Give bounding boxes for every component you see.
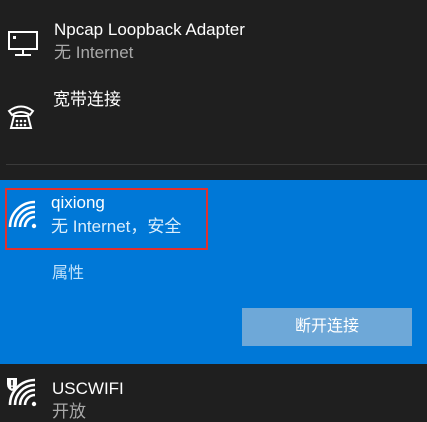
network-item-broadband[interactable]: 宽带连接	[0, 78, 427, 164]
network-name: 宽带连接	[53, 90, 121, 109]
ethernet-monitor-icon	[8, 31, 38, 56]
network-status: 无 Internet	[54, 43, 134, 62]
network-name: qixiong	[51, 193, 105, 212]
network-status: 无 Internet，安全	[51, 217, 182, 236]
network-item-uscwifi[interactable]: USCWIFI 开放	[0, 364, 427, 422]
properties-link[interactable]: 属性	[52, 264, 84, 284]
network-name: Npcap Loopback Adapter	[54, 20, 245, 39]
network-flyout: Npcap Loopback Adapter 无 Internet 宽带连接 q…	[0, 0, 427, 422]
network-item-qixiong-selected[interactable]: qixiong 无 Internet，安全 属性 断开连接	[0, 180, 427, 364]
network-name: USCWIFI	[52, 379, 124, 398]
divider	[6, 164, 427, 165]
network-status: 开放	[52, 402, 86, 421]
dialup-icon	[7, 105, 35, 129]
wifi-open-warning-icon	[7, 378, 37, 407]
disconnect-button[interactable]: 断开连接	[242, 308, 412, 346]
network-item-npcap[interactable]: Npcap Loopback Adapter 无 Internet	[0, 0, 427, 78]
